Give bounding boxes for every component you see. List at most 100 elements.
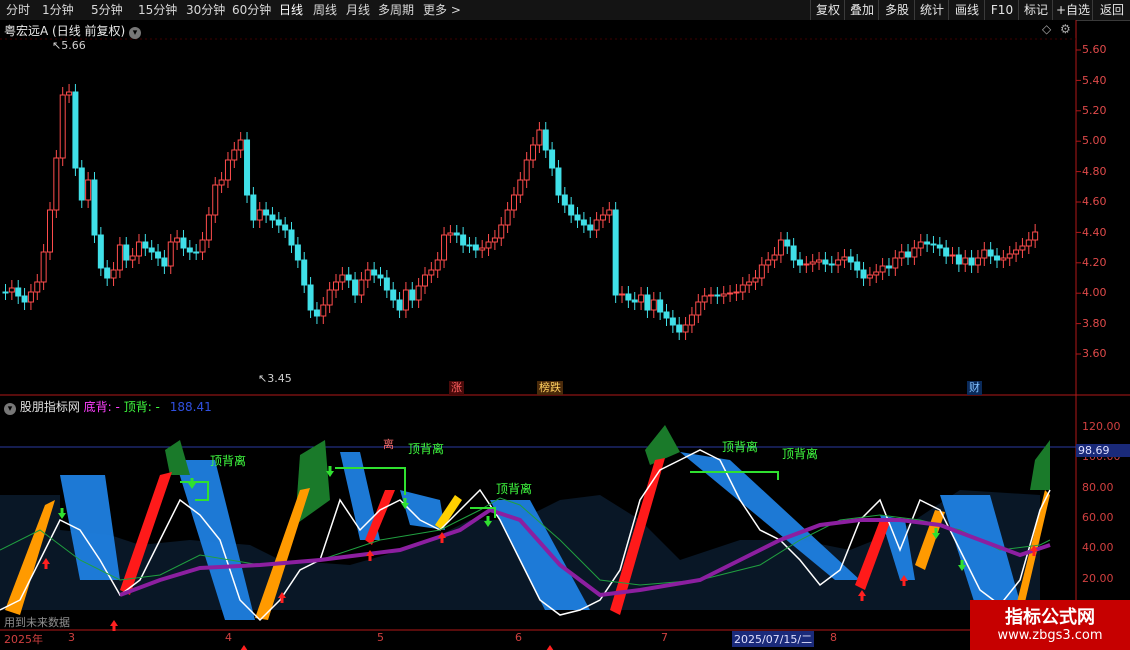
adjust-button[interactable]: 复权: [810, 0, 845, 20]
candle-body: [727, 292, 734, 295]
back-button[interactable]: 返回: [1092, 0, 1130, 20]
candle-body: [536, 129, 543, 146]
candle-body: [619, 293, 626, 296]
diamond-icon[interactable]: ◇: [1042, 22, 1051, 36]
draw-line-button[interactable]: 画线: [948, 0, 985, 20]
candle-body: [828, 263, 835, 266]
event-tag-limit-up[interactable]: 涨: [449, 381, 464, 395]
settings-icon[interactable]: ⚙: [1060, 22, 1071, 36]
candle-body: [460, 234, 467, 246]
indicator-header: ▾ 股朋指标网 底背: - 顶背: - 188.41: [4, 398, 212, 415]
period-tab-weekly[interactable]: 周线: [313, 2, 337, 18]
candle-body: [135, 241, 142, 257]
price-panel-bg: [0, 20, 1076, 394]
statistics-button[interactable]: 统计: [914, 0, 949, 20]
candle-body: [625, 293, 632, 301]
period-tab-5min[interactable]: 5分钟: [91, 2, 123, 18]
period-tab-fenshi[interactable]: 分时: [6, 2, 30, 18]
legend-value: 188.41: [169, 400, 212, 414]
candle-body: [269, 214, 276, 221]
candle-body: [650, 299, 657, 311]
candle-body: [339, 274, 346, 283]
high-price-mark: ↖5.66: [52, 39, 86, 52]
candle-body: [504, 209, 511, 226]
candle-body: [402, 289, 409, 311]
candle-body: [905, 251, 912, 258]
period-tab-15min[interactable]: 15分钟: [138, 2, 177, 18]
price-tick-label: 4.40: [1082, 226, 1107, 239]
candle-body: [46, 209, 53, 253]
event-tag-ranking[interactable]: 榜跌: [537, 381, 563, 395]
candle-body: [263, 209, 270, 216]
stock-name: 粤宏远A: [4, 24, 49, 38]
indicator-tick-label: 40.00: [1082, 541, 1114, 554]
candle-body: [244, 139, 251, 196]
price-tick-label: 5.00: [1082, 134, 1107, 147]
chevron-down-icon[interactable]: ▾: [129, 27, 142, 39]
candle-body: [587, 224, 594, 231]
candle-body: [66, 91, 73, 96]
candle-body: [714, 294, 721, 297]
candle-body: [644, 294, 651, 311]
month-label: 8: [830, 631, 837, 644]
candle-body: [104, 267, 111, 279]
candle-body: [981, 249, 988, 259]
candle-body: [542, 129, 549, 151]
candle-body: [816, 259, 823, 263]
candle-body: [237, 139, 244, 151]
candle-body: [161, 257, 168, 267]
add-watchlist-button[interactable]: +自选: [1052, 0, 1093, 20]
candle-body: [8, 287, 15, 293]
candle-body: [390, 289, 397, 301]
multi-stock-button[interactable]: 多股: [878, 0, 915, 20]
candle-body: [383, 277, 390, 291]
top-divergence-label: 顶背离: [408, 442, 445, 456]
candle-body: [224, 159, 231, 181]
mark-button[interactable]: 标记: [1018, 0, 1053, 20]
indicator-tick-label: 80.00: [1082, 481, 1114, 494]
top-divergence-label: 顶背离: [210, 454, 247, 468]
candle-body: [854, 261, 861, 271]
candle-body: [326, 289, 333, 306]
candle-body: [34, 281, 41, 293]
candle-body: [968, 257, 975, 266]
period-tab-multi[interactable]: 多周期: [378, 2, 414, 18]
candle-body: [288, 229, 295, 246]
buy-arrow: [240, 645, 248, 650]
candle-body: [771, 254, 778, 261]
price-tick-label: 3.80: [1082, 317, 1107, 330]
high-price-value: 5.66: [61, 39, 86, 52]
period-tab-1min[interactable]: 1分钟: [42, 2, 74, 18]
chevron-down-icon[interactable]: ▾: [4, 403, 16, 415]
candle-body: [638, 294, 645, 303]
overlay-button[interactable]: 叠加: [844, 0, 879, 20]
low-price-mark: ↖3.45: [258, 372, 292, 385]
candle-body: [441, 234, 448, 261]
candle-body: [116, 244, 123, 271]
candle-body: [193, 251, 200, 254]
candle-body: [733, 291, 740, 294]
candle-body: [568, 204, 575, 216]
candle-body: [1000, 257, 1007, 261]
candle-body: [955, 254, 962, 265]
candle-body: [777, 239, 784, 256]
candle-body: [78, 167, 85, 201]
candle-body: [930, 243, 937, 246]
candle-body: [510, 194, 517, 211]
candle-body: [593, 219, 600, 231]
candle-body: [434, 259, 441, 271]
event-tag-finance[interactable]: 财: [967, 381, 982, 395]
candle-body: [85, 179, 92, 201]
f10-button[interactable]: F10: [984, 0, 1019, 20]
chart-canvas[interactable]: [0, 20, 1130, 650]
period-tab-60min[interactable]: 60分钟: [232, 2, 271, 18]
period-tab-monthly[interactable]: 月线: [346, 2, 370, 18]
current-value-badge: 98.69: [1076, 444, 1130, 457]
period-tab-more[interactable]: 更多 >: [423, 2, 461, 18]
year-label: 2025年: [4, 633, 43, 646]
candle-body: [949, 254, 956, 257]
period-tab-daily[interactable]: 日线: [279, 2, 303, 18]
candle-body: [352, 279, 359, 296]
candle-body: [599, 214, 606, 221]
period-tab-30min[interactable]: 30分钟: [186, 2, 225, 18]
